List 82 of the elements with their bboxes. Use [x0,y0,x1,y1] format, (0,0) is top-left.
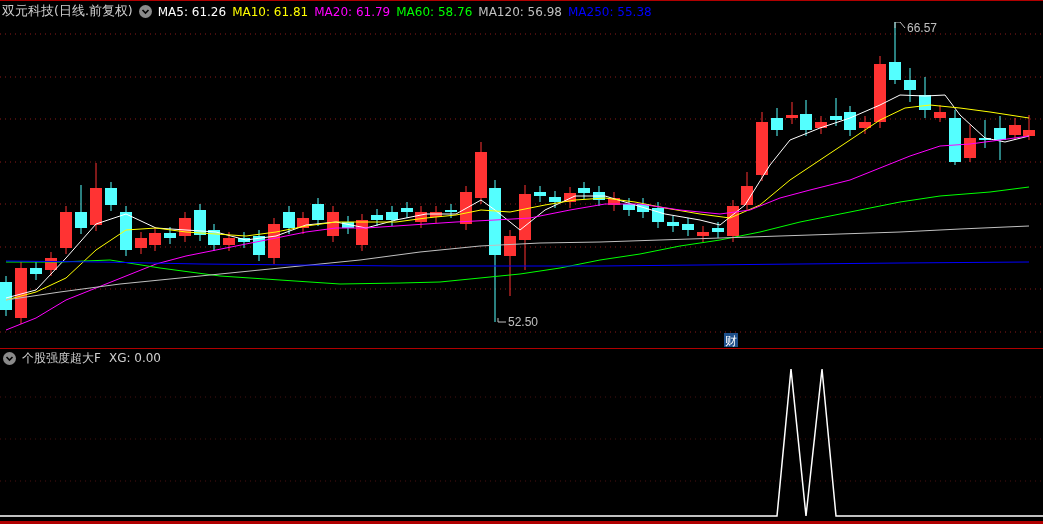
event-marker-background [724,333,738,347]
candlestick [105,181,117,212]
candlestick [194,203,206,242]
candlestick [283,205,295,235]
candlestick [223,231,235,252]
candlestick [297,211,309,235]
candlestick [401,201,413,219]
candlestick [356,213,368,252]
candlestick [430,205,442,224]
high-price-label: 66.57 [907,22,938,35]
leader-line [497,317,507,323]
candlestick [179,211,191,243]
candlestick [253,229,265,262]
candlestick [208,223,220,252]
candlestick [0,275,12,317]
candlestick [460,185,472,231]
candlestick [637,197,649,219]
candlestick [149,226,161,252]
candlestick [994,115,1006,161]
moving-average-value: MA120: 56.98 [478,4,562,19]
dropdown-icon[interactable] [138,5,152,18]
candlestick [697,225,709,243]
candlestick [593,185,605,207]
candlestick [268,217,280,265]
moving-average-value: MA10: 61.81 [232,4,309,19]
candlestick [60,205,72,255]
leader-line [894,22,906,29]
candlestick [415,205,427,229]
candlestick [830,97,842,127]
candlestick [312,197,324,227]
candlestick [564,186,576,209]
candlestick [964,124,976,163]
candlestick [682,217,694,237]
candlestick [504,229,516,297]
candlestick [120,205,132,257]
candlestick [712,221,724,239]
candlestick [771,107,783,137]
candlestick [578,181,590,200]
candlestick [652,201,664,229]
moving-average-value: MA5: 61.26 [157,4,227,19]
candlestick [135,231,147,255]
candlestick [327,205,339,243]
event-marker[interactable]: 财 [725,334,737,348]
dropdown-icon[interactable] [3,351,16,365]
candlestick [90,162,102,232]
indicator-name: 个股强度超大F [22,349,101,367]
candlestick [75,184,87,235]
candlestick [1023,114,1035,141]
candlestick [934,104,946,123]
candlestick [623,197,635,217]
stock-title: 双元科技(日线.前复权) [2,3,133,20]
moving-average-value: MA250: 55.38 [568,4,652,19]
candlestick [800,99,812,137]
candlestick [608,191,620,212]
candlestick [342,215,354,235]
candlestick [727,199,739,243]
candlestick [756,111,768,182]
indicator-value: XG: 0.00 [108,351,161,365]
low-price-label: 52.50 [508,315,539,329]
candlestick [475,141,487,205]
candlestick [238,231,250,249]
candlestick [15,261,27,325]
candlestick [371,208,383,227]
candlestick [949,109,961,166]
candlestick [667,215,679,233]
moving-average-value: MA20: 61.79 [314,4,391,19]
candlestick [979,119,991,149]
candlestick [45,251,57,277]
candlestick [919,76,931,119]
moving-average-value: MA60: 58.76 [396,4,473,19]
candlestick [815,115,827,135]
candlestick [30,261,42,281]
candlestick [549,190,561,209]
candlestick [386,205,398,227]
candlestick [445,203,457,219]
candlestick [786,101,798,125]
candlestick [859,115,871,135]
candlestick [164,226,176,245]
candlestick [904,67,916,103]
candlestick [844,105,856,137]
candlestick [741,171,753,212]
candlestick [534,185,546,203]
